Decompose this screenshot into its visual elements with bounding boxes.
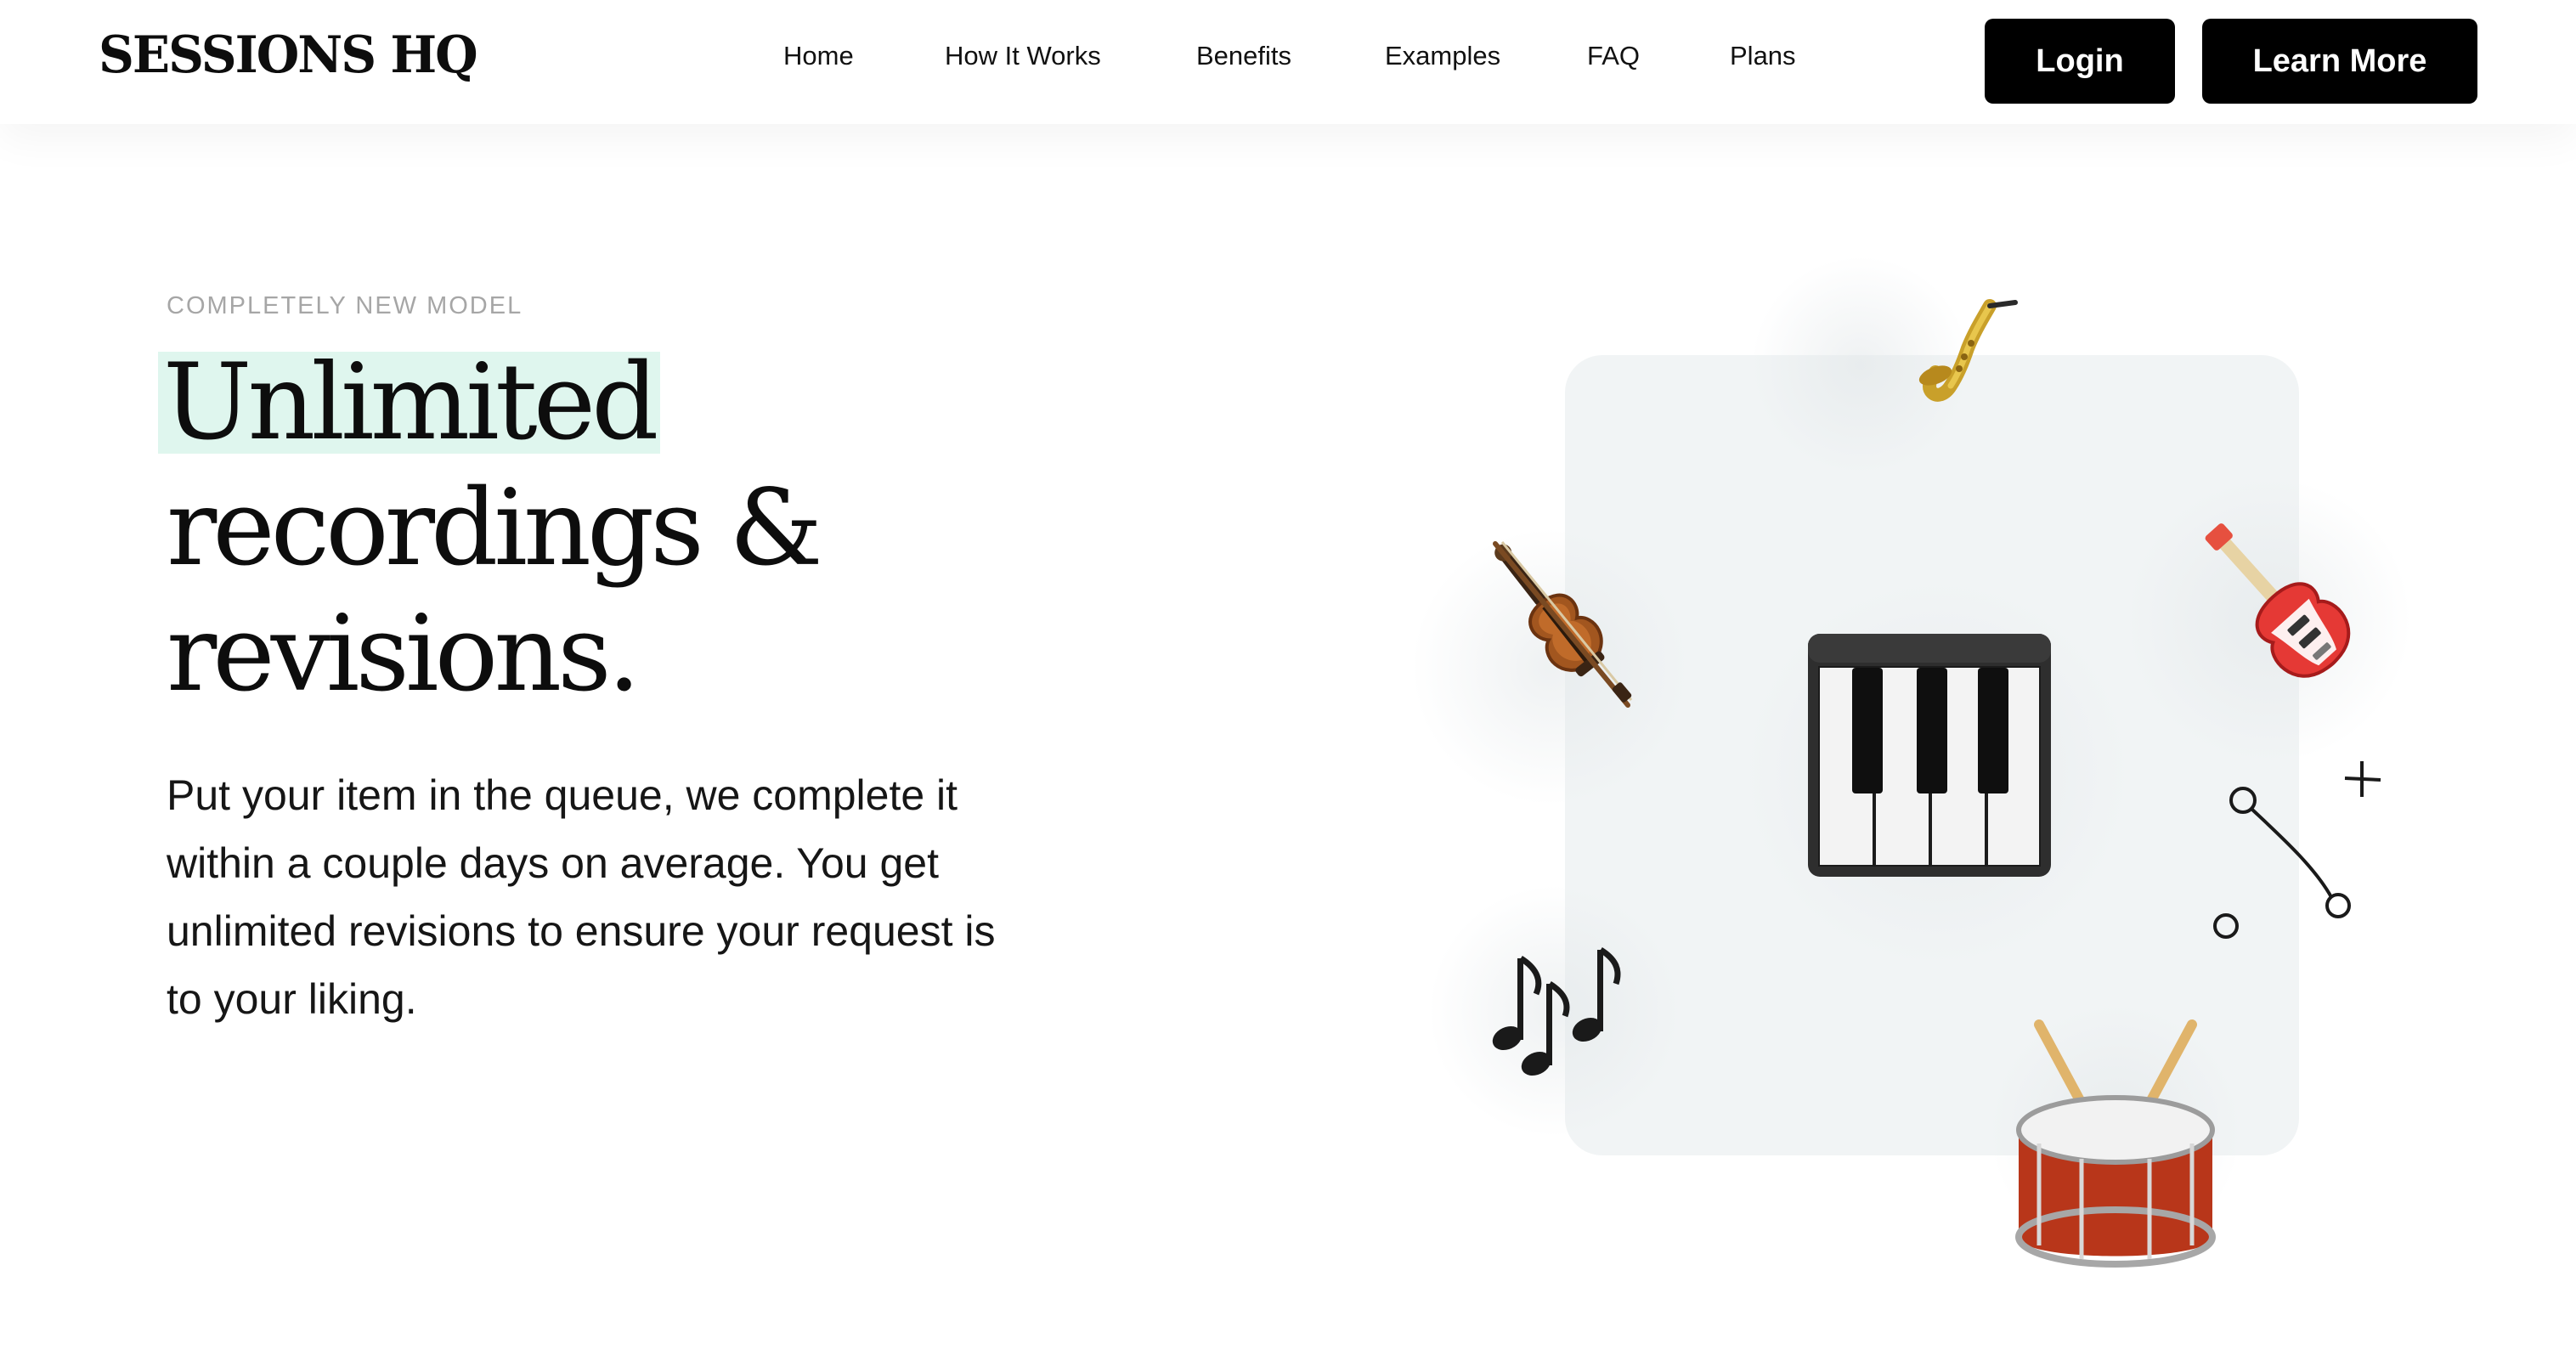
nav-item-plans[interactable]: Plans — [1730, 41, 1796, 71]
nav-item-benefits[interactable]: Benefits — [1196, 41, 1291, 71]
nav-item-home[interactable]: Home — [783, 41, 854, 71]
headline-line-2: recordings & — [167, 467, 823, 590]
headline-line-3: revisions. — [167, 593, 641, 715]
brand-logo[interactable]: SESSIONS HQ — [99, 25, 478, 85]
music-notes-icon — [1492, 947, 1621, 1076]
violin-icon — [1493, 541, 1633, 708]
site-header: SESSIONS HQ Home How It Works Benefits E… — [0, 0, 2576, 124]
nav-item-faq[interactable]: FAQ — [1587, 41, 1640, 71]
hero-eyebrow: COMPLETELY NEW MODEL — [167, 292, 523, 319]
saxophone-icon — [1918, 299, 2018, 402]
hero-description: Put your item in the queue, we complete … — [167, 771, 996, 1023]
piano-keys-icon — [1808, 634, 2051, 877]
nav-item-examples[interactable]: Examples — [1385, 41, 1500, 71]
hero-headline: Unlimited recordings & revisions. — [158, 340, 823, 717]
login-button[interactable]: Login — [1985, 19, 2175, 104]
nav-item-how-it-works[interactable]: How It Works — [945, 41, 1101, 71]
guitar-icon — [2205, 523, 2351, 678]
learn-more-button[interactable]: Learn More — [2202, 19, 2477, 104]
headline-highlight: Unlimited — [158, 350, 660, 455]
drum-icon — [2015, 1019, 2216, 1268]
decorative-doodle — [2213, 761, 2381, 939]
